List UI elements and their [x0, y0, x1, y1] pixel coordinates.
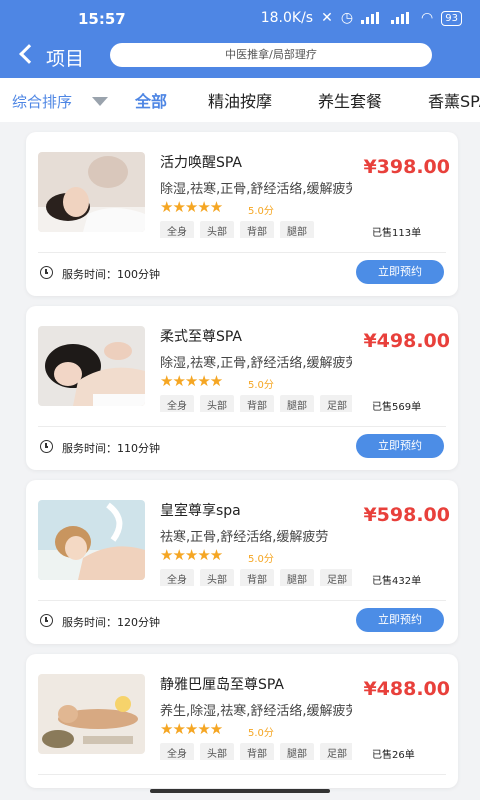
tag: 腿部: [280, 221, 314, 238]
product-description: 除湿,祛寒,正骨,舒经活络,缓解疲劳: [160, 356, 352, 371]
tag-list: 全身 头部 背部 腿部 足部: [160, 568, 352, 586]
price: ¥598.00: [363, 504, 450, 526]
service-duration: 服务时间：110分钟: [62, 442, 160, 455]
star-rating-icon: ★★★★★: [160, 546, 223, 564]
tag: 全身: [160, 569, 194, 586]
rating-score: 5.0分: [248, 728, 274, 739]
star-rating-icon: ★★★★★: [160, 720, 223, 738]
tab-wellness-package[interactable]: 养生套餐: [318, 88, 382, 112]
sold-count: 已售26单: [372, 750, 415, 761]
tag: 背部: [240, 395, 274, 412]
status-bar: 15:57 18.0K/s ✕ ◷ ◠ 93: [0, 0, 480, 38]
star-rating-icon: ★★★★★: [160, 198, 223, 216]
book-now-button[interactable]: 立即预约: [356, 608, 444, 632]
signal-icon: [391, 12, 413, 24]
tag: 足部: [320, 569, 352, 586]
alarm-icon: ◷: [340, 10, 354, 26]
tag: 背部: [240, 221, 274, 238]
tag: 全身: [160, 221, 194, 238]
tag: 足部: [320, 743, 352, 760]
sort-dropdown[interactable]: 综合排序: [12, 91, 72, 112]
clock-icon: [40, 614, 53, 627]
book-now-button[interactable]: 立即预约: [356, 434, 444, 458]
price: ¥498.00: [363, 330, 450, 352]
product-image: [38, 152, 145, 232]
product-name: 皇室尊享spa: [160, 503, 241, 519]
tab-all[interactable]: 全部: [135, 88, 167, 112]
book-now-button[interactable]: 立即预约: [356, 260, 444, 284]
signal-icon: [361, 12, 383, 24]
product-description: 养生,除湿,祛寒,舒经活络,缓解疲劳: [160, 704, 352, 719]
product-card[interactable]: 静雅巴厘岛至尊SPA 养生,除湿,祛寒,舒经活络,缓解疲劳 ★★★★★ 5.0分…: [26, 654, 458, 788]
product-card[interactable]: 活力唤醒SPA 除湿,祛寒,正骨,舒经活络,缓解疲劳 ★★★★★ 5.0分 全身…: [26, 132, 458, 296]
tag: 头部: [200, 395, 234, 412]
tag: 背部: [240, 569, 274, 586]
tag: 全身: [160, 743, 194, 760]
service-duration: 服务时间：100分钟: [62, 268, 160, 281]
sold-count: 已售432单: [372, 576, 422, 587]
tag: 头部: [200, 569, 234, 586]
price: ¥488.00: [363, 678, 450, 700]
tag: 头部: [200, 221, 234, 238]
network-speed: 18.0K/s: [260, 10, 314, 26]
rating-score: 5.0分: [248, 206, 274, 217]
divider: [38, 600, 446, 601]
filter-bar: 综合排序 全部 精油按摩 养生套餐 香薰SPA: [0, 78, 480, 122]
star-rating-icon: ★★★★★: [160, 372, 223, 390]
home-indicator[interactable]: [150, 789, 330, 793]
battery-icon: 93: [441, 10, 462, 26]
mute-icon: ✕: [321, 10, 333, 26]
tag: 腿部: [280, 743, 314, 760]
product-image: [38, 674, 145, 754]
tag: 全身: [160, 395, 194, 412]
rating-score: 5.0分: [248, 554, 274, 565]
back-icon[interactable]: [19, 44, 39, 64]
divider: [38, 426, 446, 427]
product-image: [38, 326, 145, 406]
tag-list: 全身 头部 背部 腿部: [160, 220, 352, 238]
product-description: 祛寒,正骨,舒经活络,缓解疲劳: [160, 530, 329, 545]
status-icons: 18.0K/s ✕ ◷ ◠ 93: [261, 10, 462, 26]
page-title: 项目: [46, 48, 85, 70]
tag-list: 全身 头部 背部 腿部 足部: [160, 394, 352, 412]
service-duration: 服务时间：120分钟: [62, 616, 160, 629]
product-card[interactable]: 柔式至尊SPA 除湿,祛寒,正骨,舒经活络,缓解疲劳 ★★★★★ 5.0分 全身…: [26, 306, 458, 470]
tag: 腿部: [280, 395, 314, 412]
product-name: 柔式至尊SPA: [160, 329, 243, 345]
wifi-icon: ◠: [421, 10, 434, 26]
clock-icon: [40, 266, 53, 279]
tag: 腿部: [280, 569, 314, 586]
search-input[interactable]: 中医推拿/局部理疗: [110, 43, 432, 67]
divider: [38, 774, 446, 775]
product-card[interactable]: 皇室尊享spa 祛寒,正骨,舒经活络,缓解疲劳 ★★★★★ 5.0分 全身 头部背…: [26, 480, 458, 644]
product-name: 静雅巴厘岛至尊SPA: [160, 677, 285, 693]
clock-icon: [40, 440, 53, 453]
product-name: 活力唤醒SPA: [160, 155, 243, 171]
divider: [38, 252, 446, 253]
product-image: [38, 500, 145, 580]
tag-list: 全身 头部 背部 腿部 足部: [160, 742, 352, 760]
price: ¥398.00: [363, 156, 450, 178]
tab-aroma-spa[interactable]: 香薰SPA: [428, 88, 480, 112]
tag: 足部: [320, 395, 352, 412]
sold-count: 已售569单: [372, 402, 422, 413]
tab-essential-oil[interactable]: 精油按摩: [208, 88, 272, 112]
chevron-down-icon[interactable]: [92, 97, 108, 106]
tag: 头部: [200, 743, 234, 760]
tag: 背部: [240, 743, 274, 760]
sold-count: 已售113单: [372, 228, 422, 239]
product-description: 除湿,祛寒,正骨,舒经活络,缓解疲劳: [160, 182, 352, 197]
rating-score: 5.0分: [248, 380, 274, 391]
header: 项目 中医推拿/局部理疗: [0, 38, 480, 78]
status-time: 15:57: [78, 10, 126, 28]
